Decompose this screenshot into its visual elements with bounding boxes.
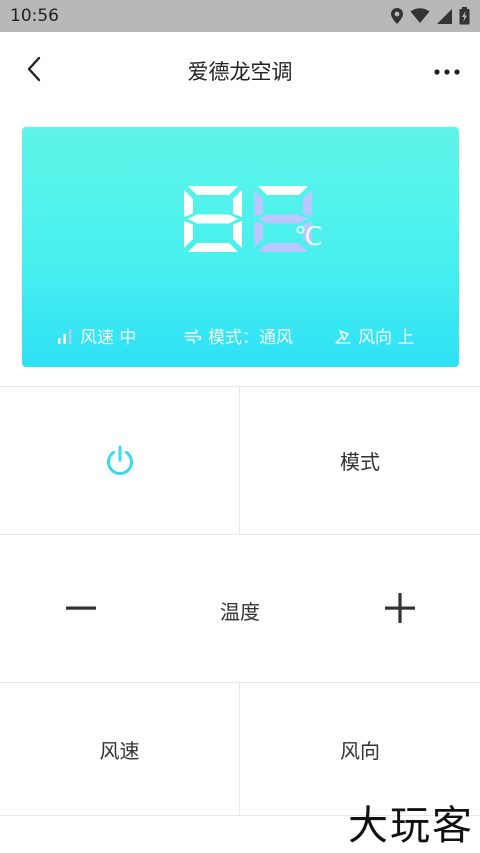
direction-status: 风向 上 — [334, 323, 414, 348]
mode-button[interactable]: 模式 — [240, 387, 480, 534]
digit-segment — [188, 186, 238, 195]
temperature-up-button[interactable] — [370, 578, 430, 638]
status-time: 10:56 — [10, 6, 59, 26]
direction-text: 风向 上 — [358, 328, 415, 348]
temperature-value: 88 — [317, 184, 318, 185]
mode-button-label: 模式 — [340, 450, 380, 474]
more-button[interactable] — [432, 56, 462, 86]
fan-speed-status: 风速 中 — [56, 323, 136, 348]
page-title: 爱德龙空调 — [187, 60, 293, 84]
digit-segment — [254, 221, 263, 248]
temperature-unit: ℃ — [294, 222, 324, 252]
battery-icon — [459, 7, 470, 25]
swing-direction-icon — [335, 329, 351, 344]
digit-segment — [233, 190, 242, 217]
status-row: 风速 中 模式：通风 风向 上 — [22, 323, 459, 348]
digit-segment — [258, 186, 308, 195]
status-icons — [390, 7, 470, 25]
wifi-icon — [410, 8, 430, 23]
title-bar: 爱德龙空调 — [0, 32, 480, 108]
fan-speed-button-label: 风速 — [99, 739, 140, 763]
digit-segment — [254, 190, 263, 217]
mode-status: 模式：通风 — [184, 323, 293, 348]
power-button[interactable] — [0, 387, 239, 534]
digit-segment — [303, 190, 312, 217]
digit-segment — [184, 190, 193, 217]
fan-speed-icon — [58, 328, 72, 344]
control-grid: 模式 温度 风速 风向 — [0, 386, 480, 816]
digit-segment — [184, 221, 193, 248]
temperature-row: 温度 — [0, 534, 480, 682]
more-icon — [434, 69, 460, 75]
digit-segment — [188, 214, 238, 224]
direction-button-label: 风向 — [340, 739, 380, 763]
digit-segment — [233, 221, 242, 248]
temperature-digit — [184, 186, 242, 252]
signal-icon — [437, 8, 452, 24]
digit-segment — [188, 243, 238, 252]
power-icon — [106, 445, 133, 475]
status-bar: 10:56 — [0, 0, 480, 32]
wind-icon — [184, 328, 202, 343]
fan-speed-text: 风速 中 — [80, 328, 137, 348]
mode-text: 模式：通风 — [208, 328, 293, 348]
location-icon — [391, 8, 403, 24]
watermark: 大玩客 — [348, 803, 474, 849]
fan-speed-button[interactable]: 风速 — [0, 683, 239, 816]
ac-display-panel: 88 ℃ 风速 中 模式：通风 风向 上 — [22, 127, 459, 367]
plus-icon — [385, 593, 415, 623]
